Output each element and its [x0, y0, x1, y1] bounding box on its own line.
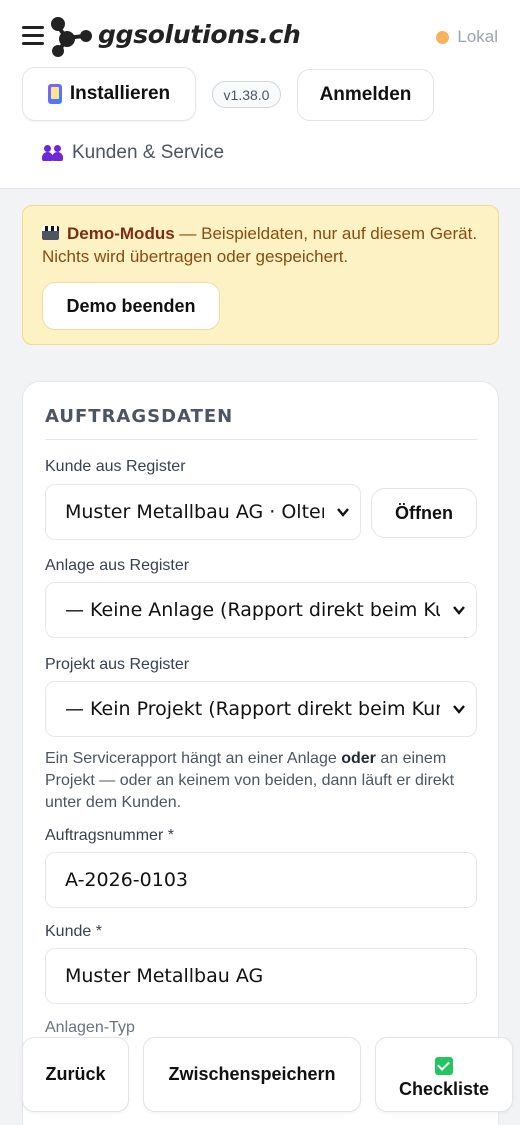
mobile-phone-icon — [47, 84, 62, 104]
checkmark-icon — [435, 1057, 453, 1075]
demo-title: Demo-Modus — [67, 224, 175, 243]
project-register-select[interactable]: — Kein Projekt (Rapport direkt beim Kund… — [45, 681, 477, 737]
connection-status: Lokal — [436, 27, 498, 47]
demo-banner-text: Demo-Modus — Beispieldaten, nur auf dies… — [42, 222, 482, 268]
install-button[interactable]: Installieren — [22, 67, 196, 121]
plant-register-label: Anlage aus Register — [45, 557, 190, 574]
app-header: ggsolutions.ch Lokal Installieren v1.38.… — [0, 0, 520, 189]
customer-register-select[interactable]: Muster Metallbau AG · Olten — [45, 484, 361, 540]
helper-text-part: Ein Servicerapport hängt an einer Anlage — [45, 750, 342, 767]
chevron-down-icon — [453, 705, 465, 714]
helper-text-emphasis: oder — [341, 750, 376, 767]
checklist-button[interactable]: Checkliste — [375, 1037, 513, 1112]
order-number-label: Auftragsnummer * — [45, 827, 174, 844]
section-divider — [45, 439, 477, 440]
people-icon — [42, 145, 64, 161]
open-customer-button[interactable]: Öffnen — [371, 488, 477, 538]
customer-register-value: Muster Metallbau AG · Olten — [65, 501, 324, 523]
chevron-down-icon — [453, 606, 465, 615]
status-label: Lokal — [457, 27, 498, 46]
project-register-label: Projekt aus Register — [45, 656, 190, 673]
customer-label: Kunde * — [45, 923, 102, 940]
order-data-card: AUFTRAGSDATEN Kunde aus Register Muster … — [22, 381, 499, 1125]
clapperboard-icon — [42, 226, 59, 240]
customer-input[interactable]: Muster Metallbau AG — [45, 948, 477, 1004]
login-button[interactable]: Anmelden — [297, 69, 434, 121]
chevron-down-icon — [337, 508, 349, 517]
plant-register-select[interactable]: — Keine Anlage (Rapport direkt beim Kund… — [45, 582, 477, 638]
install-label: Installieren — [69, 83, 171, 104]
plant-register-value: — Keine Anlage (Rapport direkt beim Kund… — [65, 599, 440, 621]
nav-link-label: Kunden & Service — [72, 142, 225, 163]
version-badge: v1.38.0 — [212, 81, 281, 108]
register-helper-text: Ein Servicerapport hängt an einer Anlage… — [45, 748, 480, 814]
project-register-value: — Kein Projekt (Rapport direkt beim Kund… — [65, 698, 440, 720]
order-number-input[interactable]: A-2026-0103 — [45, 852, 477, 908]
bottom-action-bar: Zurück Zwischenspeichern Checkliste — [0, 1030, 520, 1125]
back-button[interactable]: Zurück — [22, 1037, 129, 1112]
customer-register-label: Kunde aus Register — [45, 458, 186, 475]
demo-mode-banner: Demo-Modus — Beispieldaten, nur auf dies… — [22, 205, 499, 345]
checklist-label: Checkliste — [398, 1079, 490, 1099]
logo-icon — [51, 17, 92, 57]
save-draft-button[interactable]: Zwischenspeichern — [143, 1037, 361, 1112]
nav-link-kunden-service[interactable]: Kunden & Service — [42, 142, 224, 164]
brand-name: ggsolutions.ch — [98, 20, 301, 49]
status-dot-icon — [436, 30, 450, 44]
end-demo-button[interactable]: Demo beenden — [42, 282, 220, 330]
section-title: AUFTRAGSDATEN — [45, 406, 234, 427]
